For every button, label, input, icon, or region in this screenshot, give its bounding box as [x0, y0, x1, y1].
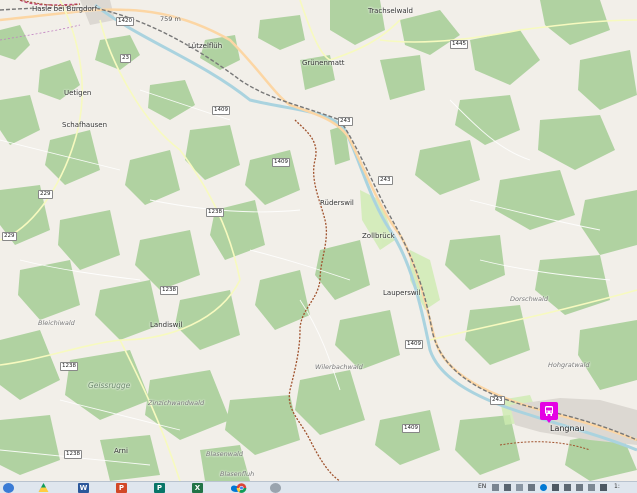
taskbar: W P P X EN 1:: [0, 481, 637, 493]
tray-volume-icon[interactable]: [576, 484, 583, 491]
road-shield-1445: 1445: [450, 40, 468, 49]
word-icon: W: [78, 483, 89, 493]
place-ruderswil: Rüderswil: [320, 199, 354, 207]
place-hasle: Hasle bei Burgdorf: [32, 5, 98, 13]
road-shield-1409-a: 1409: [212, 106, 230, 115]
area-blasenfluh: Blasenfluh: [220, 470, 255, 478]
tray-security-icon[interactable]: [588, 484, 595, 491]
tray-wifi-icon[interactable]: [564, 484, 571, 491]
area-wilerbachwald: Wilerbachwald: [315, 363, 363, 371]
place-trachselwald: Trachselwald: [368, 7, 414, 15]
tray-dropbox-icon[interactable]: [516, 484, 523, 491]
road-shield-1238-a: 1238: [206, 208, 224, 217]
chrome-icon: [236, 483, 247, 493]
google-drive-icon: [38, 483, 49, 492]
taskbar-word[interactable]: W: [76, 482, 92, 493]
area-geissrugge: Geissrugge: [88, 381, 131, 390]
road-shield-1420: 1420: [116, 17, 134, 26]
place-lauperswil: Lauperswil: [383, 289, 421, 297]
tray-network-icon[interactable]: [504, 484, 511, 491]
bus-icon: [545, 406, 553, 416]
publisher-icon: P: [154, 483, 165, 493]
tray-chevron-icon[interactable]: [492, 484, 499, 491]
excel-icon: X: [192, 483, 203, 493]
tray-printer-icon[interactable]: [528, 484, 535, 491]
area-bleichiwald: Bleichiwald: [38, 319, 75, 327]
place-grunenmatt: Grünenmatt: [302, 59, 345, 67]
road-shield-1238-d: 1238: [64, 450, 82, 459]
place-schafhausen: Schafhausen: [62, 121, 108, 129]
tray-language[interactable]: EN: [478, 483, 486, 490]
road-shield-229-b: 229: [2, 232, 17, 241]
place-lutzelfluh: Lützelflüh: [188, 42, 223, 50]
windows-start-icon: [3, 483, 14, 493]
road-shield-1238-c: 1238: [60, 362, 78, 371]
taskbar-publisher[interactable]: P: [152, 482, 168, 493]
chat-icon: [270, 483, 281, 493]
place-uetigen: Uetigen: [64, 89, 92, 97]
road-shield-23: 23: [120, 54, 131, 63]
tray-clock[interactable]: 1:: [614, 483, 620, 490]
place-langnau: Langnau: [550, 424, 585, 433]
map-view[interactable]: Hasle bei Burgdorf 759 m Trachselwald Lü…: [0, 0, 637, 481]
place-arni: Arni: [114, 447, 128, 455]
road-shield-229-a: 229: [38, 190, 53, 199]
tray-keyboard-icon[interactable]: [600, 484, 607, 491]
powerpoint-icon: P: [116, 483, 127, 493]
road-shield-1238-b: 1238: [160, 286, 178, 295]
road-shield-243-b: 243: [378, 176, 393, 185]
area-blasenwald: Blasenwald: [206, 450, 243, 458]
place-zollbruck: Zollbrück: [362, 232, 395, 240]
taskbar-chat[interactable]: [268, 482, 284, 493]
bus-marker-pointer: [546, 419, 552, 423]
area-dorschwald: Dorschwald: [510, 295, 548, 303]
taskbar-chrome[interactable]: [232, 482, 254, 493]
taskbar-google-drive[interactable]: [36, 482, 52, 493]
taskbar-start-button[interactable]: [2, 482, 16, 493]
taskbar-excel[interactable]: X: [190, 482, 206, 493]
road-shield-1409-c: 1409: [405, 340, 423, 349]
area-hohgratwald: Hohgratwald: [548, 361, 590, 369]
road-shield-243-c: 243: [490, 396, 505, 405]
bus-stop-marker[interactable]: [540, 402, 558, 420]
elevation-label: 759 m: [160, 15, 181, 23]
taskbar-powerpoint[interactable]: P: [114, 482, 130, 493]
road-shield-243-a: 243: [338, 117, 353, 126]
road-shield-1409-b: 1409: [272, 158, 290, 167]
place-landiswil: Landiswil: [150, 321, 183, 329]
area-zinzichwandwald: Zinzichwandwald: [148, 399, 205, 407]
tray-battery-icon[interactable]: [552, 484, 559, 491]
tray-onedrive-icon[interactable]: [540, 484, 547, 491]
road-shield-1409-d: 1409: [402, 424, 420, 433]
